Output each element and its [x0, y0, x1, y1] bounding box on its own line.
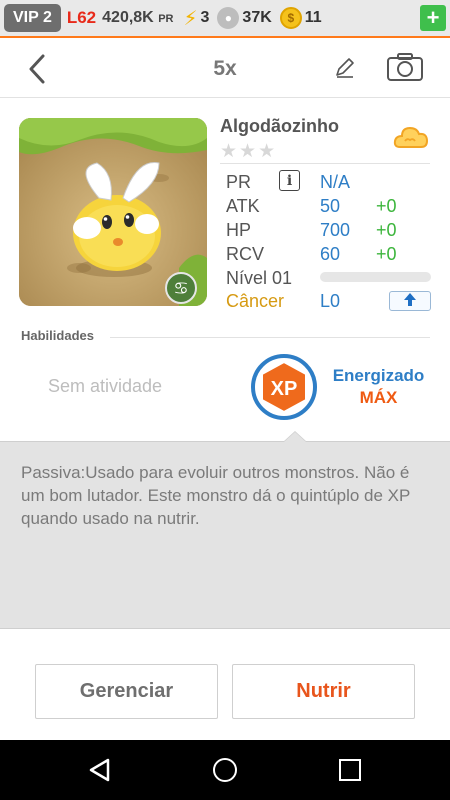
arrow-up-icon [404, 293, 416, 309]
league-value: L0 [320, 291, 341, 311]
coin-counter[interactable]: $ 11 [279, 7, 322, 29]
power-value: 420,8K [102, 9, 154, 26]
hp-bonus: +0 [376, 220, 397, 240]
ability-empty-text: Sem atividade [48, 376, 163, 396]
monster-name: Algodãozinho [220, 116, 339, 136]
system-nav-bar [0, 740, 450, 800]
add-currency-button[interactable]: + [420, 5, 446, 31]
divider [110, 337, 430, 338]
rcv-label: RCV [226, 244, 265, 264]
manage-button[interactable]: Gerenciar [35, 664, 218, 719]
feed-button[interactable]: Nutrir [232, 664, 415, 719]
monster-description: Passiva:Usado para evoluir outros monstr… [21, 463, 411, 528]
monster-portrait[interactable]: ♋ [19, 118, 207, 306]
rcv-bonus: +0 [376, 244, 397, 264]
cloud-icon [393, 126, 429, 148]
monster-image: ♋ [19, 118, 207, 306]
level-label: Nível 01 [226, 268, 293, 288]
hp-value: 700 [320, 220, 351, 240]
divider [220, 163, 430, 164]
lightning-icon: ⚡ [183, 7, 198, 30]
level-progress-bar [320, 272, 431, 282]
info-icon[interactable]: i [279, 170, 300, 191]
status-bar: VIP 2 L62 420,8K PR ⚡ 3 ● 37K $ 11 + [0, 0, 450, 38]
zodiac-sign: Câncer [226, 291, 285, 311]
coin-icon: $ [279, 7, 302, 29]
hp-label: HP [226, 220, 252, 240]
page-header: 5x [0, 40, 450, 98]
pr-label: PR [226, 172, 252, 192]
atk-label: ATK [226, 196, 260, 216]
power-unit: PR [158, 13, 174, 25]
atk-value: 50 [320, 196, 341, 216]
player-level: L62 [66, 8, 97, 27]
energy-value: 3 [200, 9, 210, 26]
svg-text:♋: ♋ [173, 279, 188, 299]
rcv-value: 60 [320, 244, 341, 264]
callout-arrow [284, 432, 306, 442]
xp-badge-text: XP [271, 378, 298, 400]
food-counter[interactable]: ● 37K [217, 7, 272, 29]
nav-back-icon[interactable] [88, 758, 112, 782]
power-rating: 420,8K PR [102, 9, 173, 27]
multiplier-label: 5x [213, 57, 237, 80]
upgrade-button[interactable] [389, 291, 431, 311]
paw-icon: ● [217, 7, 240, 29]
vip-badge[interactable]: VIP 2 [4, 4, 61, 32]
nav-home-icon[interactable] [213, 758, 237, 782]
pencil-icon[interactable] [333, 56, 357, 80]
energized-label: Energizado [332, 366, 425, 385]
nav-recent-apps-icon[interactable] [339, 759, 361, 781]
energy-counter[interactable]: ⚡ 3 [183, 6, 209, 31]
atk-bonus: +0 [376, 196, 397, 216]
section-title-abilities: Habilidades [21, 328, 94, 343]
coin-value: 11 [304, 9, 322, 26]
star-rating: ★★★ [220, 141, 278, 162]
food-value: 37K [242, 9, 272, 26]
xp-badge-icon: XP [251, 354, 317, 420]
pr-value: N/A [320, 172, 351, 192]
camera-icon[interactable] [386, 52, 424, 82]
max-label: MÁX [359, 388, 398, 407]
